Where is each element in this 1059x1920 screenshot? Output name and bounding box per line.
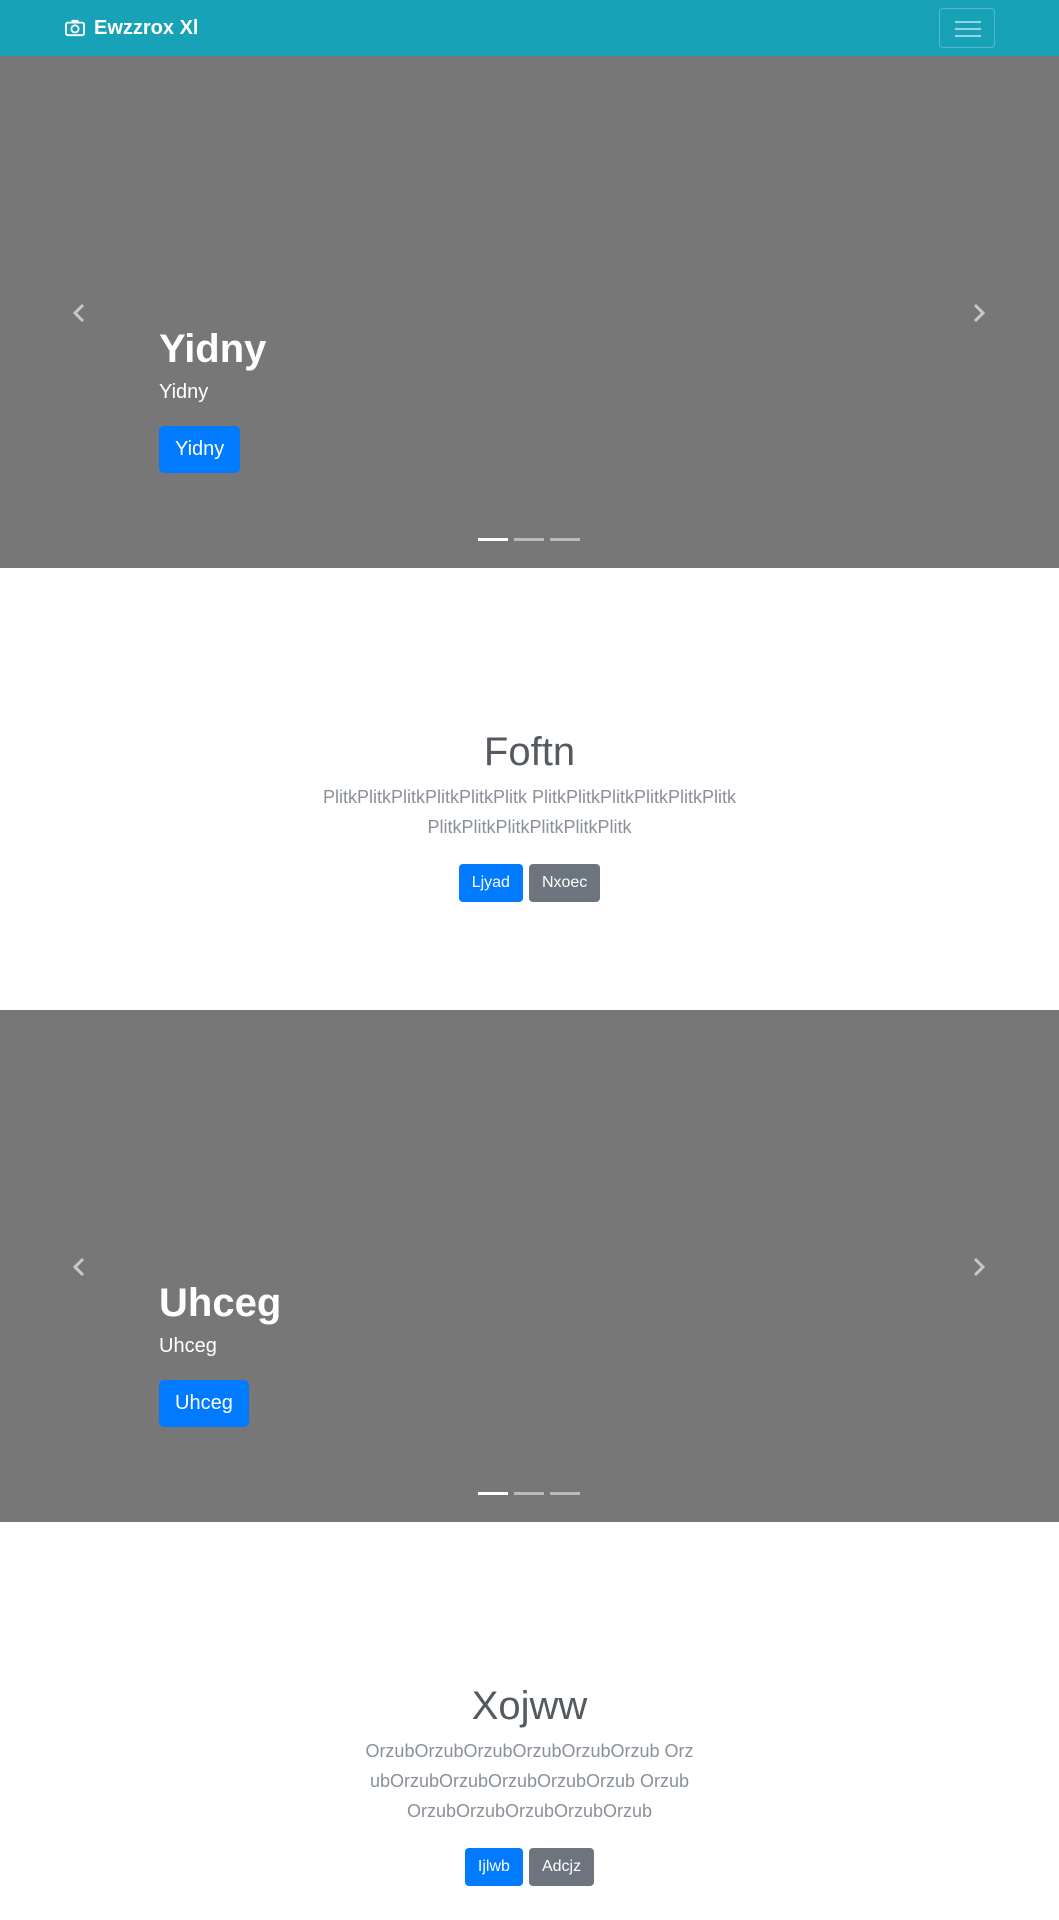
section-lead: PlitkPlitkPlitkPlitkPlitkPlitk PlitkPlit…	[322, 787, 737, 837]
carousel-indicators	[478, 538, 580, 541]
carousel-indicators	[478, 1492, 580, 1495]
brand-link[interactable]: Ewzzrox Xl	[64, 0, 198, 56]
carousel-next-button[interactable]	[964, 298, 994, 328]
carousel-prev-button[interactable]	[64, 1252, 94, 1282]
chevron-right-icon	[973, 303, 986, 323]
hero-carousel-2: Uhceg Uhceg Uhceg	[0, 1010, 1059, 1522]
chevron-left-icon	[72, 1257, 85, 1277]
camera-icon	[65, 19, 85, 37]
carousel-title: Uhceg	[159, 1281, 282, 1325]
carousel-next-button[interactable]	[964, 1252, 994, 1282]
chevron-right-icon	[973, 1257, 986, 1277]
secondary-button[interactable]: Adcjz	[528, 1848, 595, 1886]
jumbotron-section-2: Xojww OrzubOrzubOrzubOrzubOrzubOrzub Orz…	[0, 1522, 1059, 1920]
carousel-caption: Uhceg Uhceg Uhceg	[159, 1280, 281, 1427]
carousel-subtitle: Uhceg	[159, 1335, 217, 1357]
carousel-prev-button[interactable]	[64, 298, 94, 328]
section-button-row: Ljyad Nxoec	[0, 864, 1059, 902]
primary-button[interactable]: Ijlwb	[464, 1848, 523, 1886]
carousel-indicator-1[interactable]	[478, 538, 508, 541]
secondary-button[interactable]: Nxoec	[528, 864, 601, 902]
brand-text: Ewzzrox Xl	[94, 16, 199, 39]
hero-carousel-1: Yidny Yidny Yidny	[0, 56, 1059, 568]
carousel-title: Yidny	[159, 327, 267, 371]
section-lead: OrzubOrzubOrzubOrzubOrzubOrzub OrzubOrzu…	[365, 1741, 694, 1821]
section-heading: Foftn	[483, 730, 576, 774]
carousel-indicator-2[interactable]	[514, 538, 544, 541]
navbar: Ewzzrox Xl	[0, 0, 1059, 56]
carousel-indicator-3[interactable]	[550, 1492, 580, 1495]
jumbotron-section-1: Foftn PlitkPlitkPlitkPlitkPlitkPlitk Pli…	[0, 568, 1059, 1010]
carousel-indicator-1[interactable]	[478, 1492, 508, 1495]
primary-button[interactable]: Ljyad	[458, 864, 523, 902]
navbar-toggle-button[interactable]	[939, 8, 995, 48]
section-heading: Xojww	[471, 1684, 588, 1728]
carousel-cta-button[interactable]: Uhceg	[159, 1380, 249, 1427]
carousel-caption: Yidny Yidny Yidny	[159, 326, 266, 473]
carousel-subtitle: Yidny	[159, 381, 209, 403]
chevron-left-icon	[72, 303, 85, 323]
carousel-indicator-2[interactable]	[514, 1492, 544, 1495]
carousel-cta-button[interactable]: Yidny	[159, 426, 241, 473]
section-button-row: Ijlwb Adcjz	[0, 1848, 1059, 1886]
carousel-indicator-3[interactable]	[550, 538, 580, 541]
